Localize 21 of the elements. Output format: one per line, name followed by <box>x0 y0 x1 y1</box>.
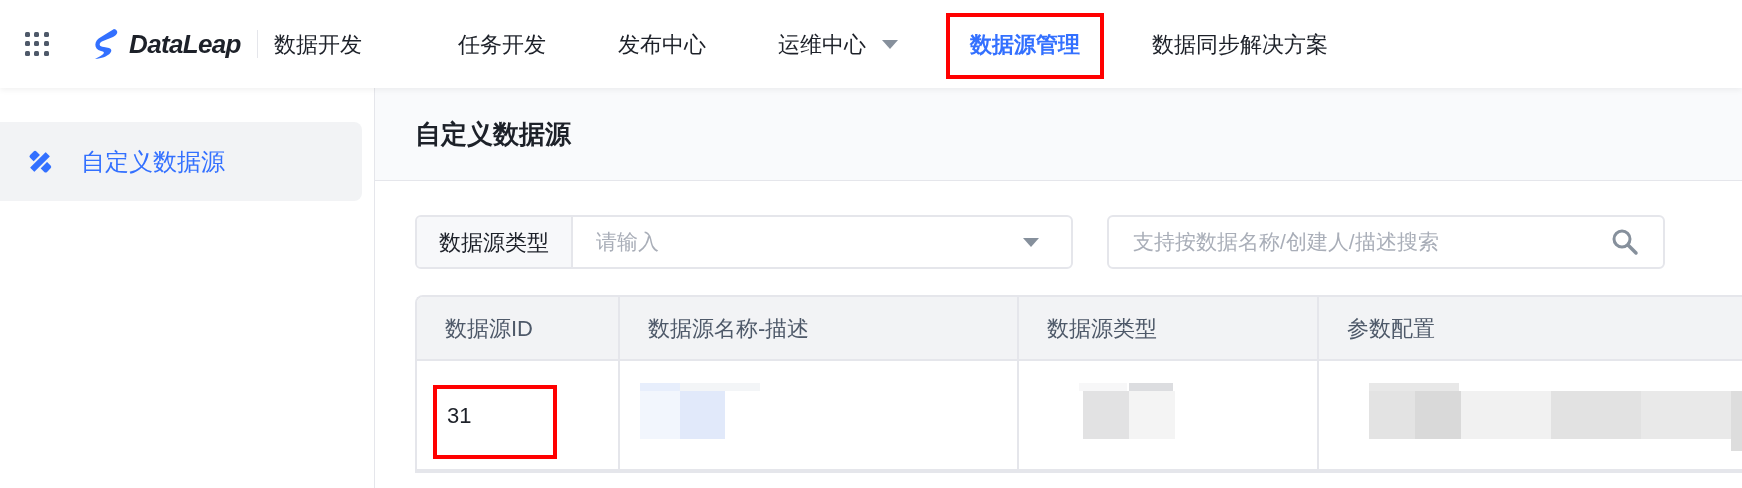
page-title: 自定义数据源 <box>415 117 571 151</box>
column-header: 参数配置 <box>1346 314 1436 343</box>
apps-menu-icon[interactable] <box>25 32 49 56</box>
nav-tab[interactable]: 数据同步解决方案 <box>1115 0 1364 88</box>
dropdown-caret-icon <box>1023 237 1039 247</box>
select-placeholder: 请输入 <box>596 229 659 256</box>
brand-wordmark: DataLeap <box>129 27 241 61</box>
type-select[interactable]: 数据源类型 请输入 <box>415 215 1073 269</box>
nav-tab[interactable]: 运维中心 <box>741 0 934 88</box>
product-name: 数据开发 <box>273 30 362 59</box>
sidebar-item[interactable]: 自定义数据源 <box>0 122 362 201</box>
column-header: 数据源名称-描述 <box>620 297 1019 359</box>
column-header: 数据源ID <box>417 297 620 359</box>
nav-tab[interactable]: 发布中心 <box>581 0 742 88</box>
nav-tab[interactable]: 任务开发 <box>421 0 582 88</box>
search-field[interactable]: 支持按数据名称/创建人/描述搜索 <box>1107 215 1665 269</box>
table-cell: 31 <box>417 361 620 469</box>
column-header: 数据源类型 <box>1019 297 1319 359</box>
select-label: 数据源类型 <box>417 217 573 267</box>
search-icon[interactable] <box>1611 228 1639 256</box>
nav-tab[interactable]: 数据源管理 <box>933 0 1116 88</box>
